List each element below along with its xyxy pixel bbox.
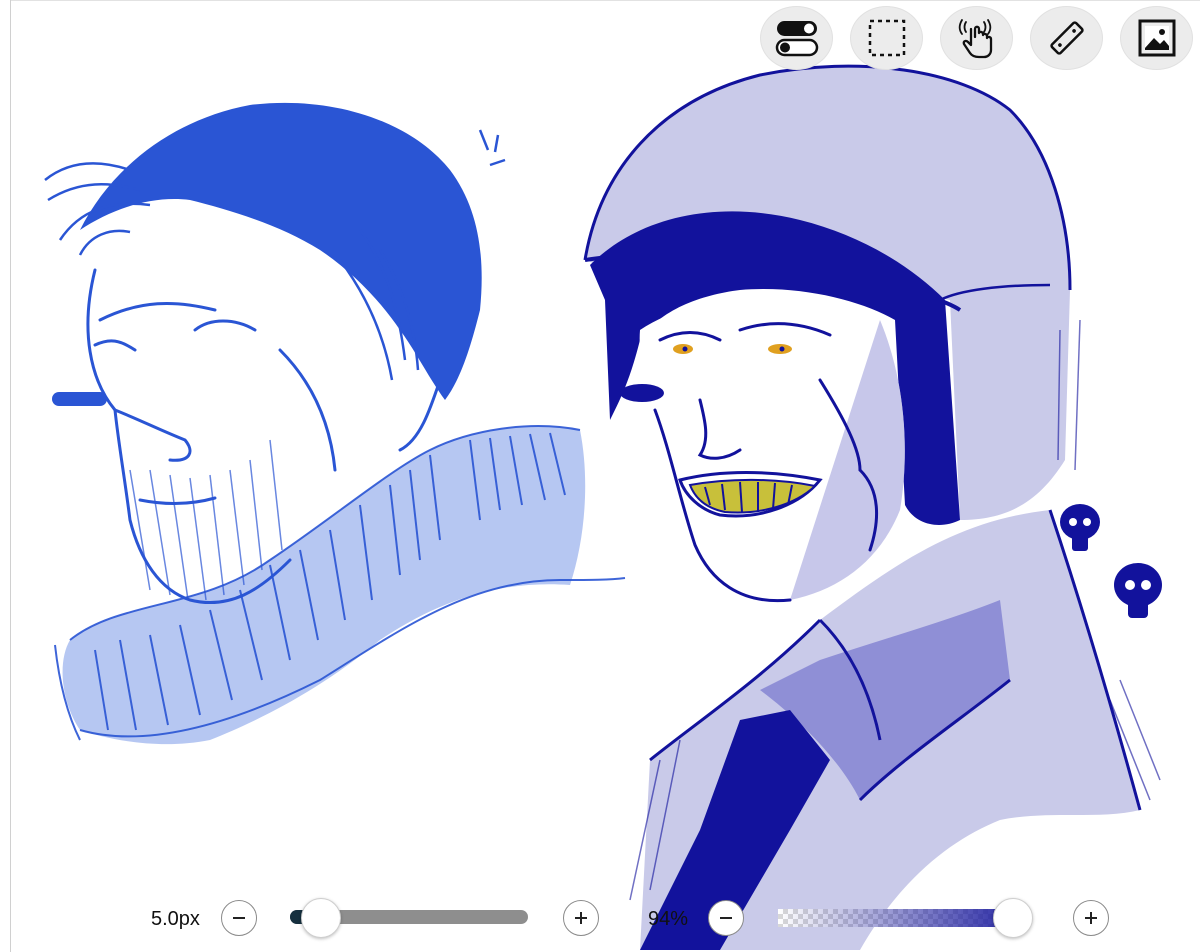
top-toolbar	[760, 6, 1193, 70]
minus-icon	[233, 917, 245, 919]
drawing-canvas[interactable]	[0, 0, 1200, 952]
size-increase-button[interactable]	[563, 900, 599, 936]
brush-opacity-slider[interactable]	[778, 909, 1028, 927]
image-icon	[1138, 19, 1175, 57]
opacity-increase-button[interactable]	[1073, 900, 1109, 936]
sketch-helmet-figure	[583, 64, 1162, 950]
ruler-button[interactable]	[1030, 6, 1103, 70]
brush-size-label: 5.0px	[151, 908, 200, 930]
selection-icon	[868, 19, 905, 57]
brush-size-thumb[interactable]	[300, 898, 341, 938]
toggle-icon	[775, 21, 818, 57]
size-decrease-button[interactable]	[221, 900, 257, 936]
ruler-icon	[1049, 21, 1084, 55]
plus-icon	[575, 912, 587, 924]
touch-hand-icon	[958, 19, 992, 59]
opacity-decrease-button[interactable]	[708, 900, 744, 936]
sketch-man-turtleneck	[44, 102, 626, 745]
minus-icon	[720, 917, 732, 919]
touch-button[interactable]	[940, 6, 1013, 70]
plus-icon	[1085, 912, 1097, 924]
toggle-button[interactable]	[760, 6, 833, 70]
selection-button[interactable]	[850, 6, 923, 70]
brush-opacity-label: 94%	[648, 908, 689, 930]
image-button[interactable]	[1120, 6, 1193, 70]
brush-opacity-thumb[interactable]	[993, 898, 1033, 938]
